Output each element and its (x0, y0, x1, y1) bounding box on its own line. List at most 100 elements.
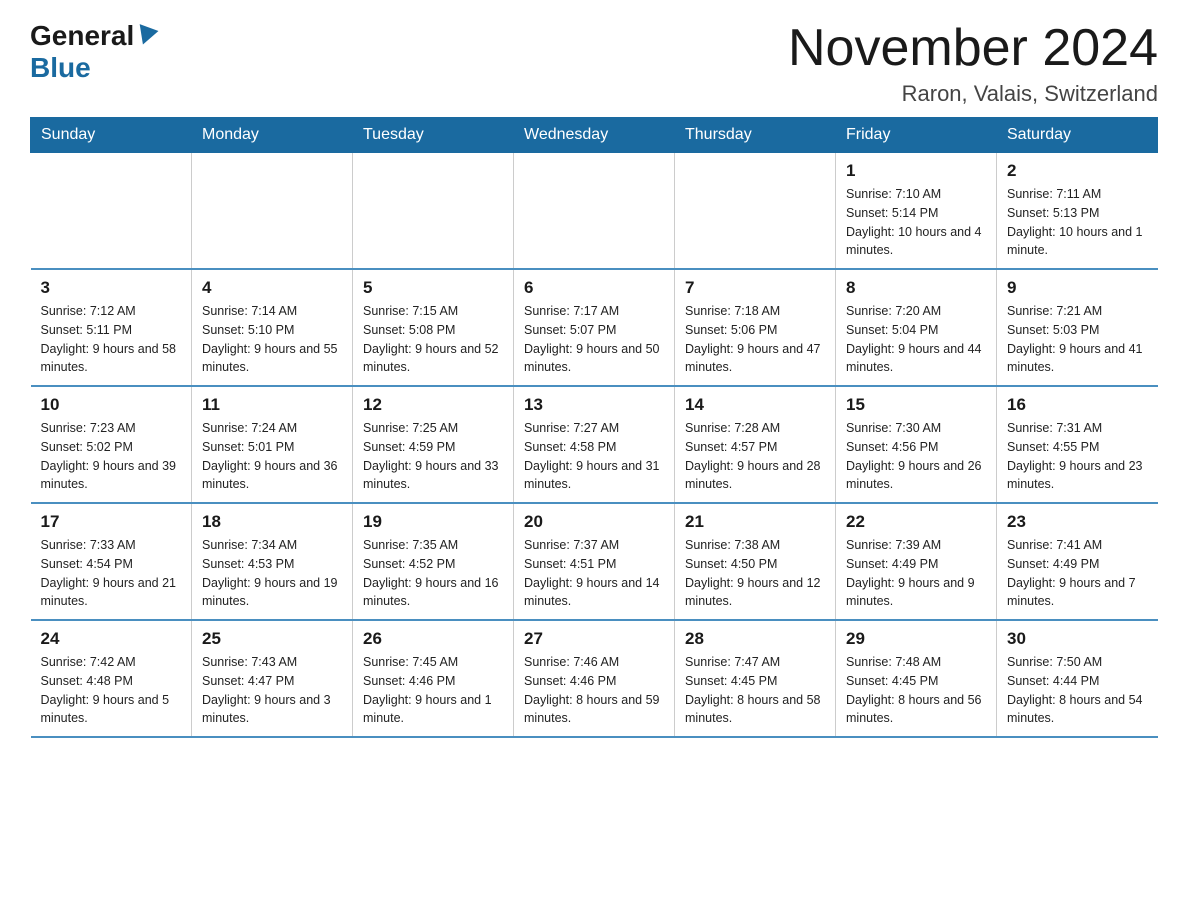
calendar-cell (514, 153, 675, 270)
day-number: 12 (363, 395, 503, 415)
calendar-cell: 3Sunrise: 7:12 AMSunset: 5:11 PMDaylight… (31, 269, 192, 386)
day-number: 2 (1007, 161, 1148, 181)
day-info: Sunrise: 7:43 AMSunset: 4:47 PMDaylight:… (202, 653, 342, 728)
calendar-cell: 21 Sunrise: 7:38 AMSunset: 4:50 PMDayligh… (675, 503, 836, 620)
day-info: Sunrise: 7:34 AMSunset: 4:53 PMDaylight:… (202, 536, 342, 611)
calendar-cell: 2 Sunrise: 7:11 AMSunset: 5:13 PMDaylight… (997, 153, 1158, 270)
day-info: Sunrise: 7:46 AMSunset: 4:46 PMDaylight:… (524, 653, 664, 728)
calendar-cell (353, 153, 514, 270)
calendar-cell: 27 Sunrise: 7:46 AMSunset: 4:46 PMDayligh… (514, 620, 675, 737)
calendar-cell: 13 Sunrise: 7:27 AMSunset: 4:58 PMDayligh… (514, 386, 675, 503)
calendar-cell: 24Sunrise: 7:42 AMSunset: 4:48 PMDayligh… (31, 620, 192, 737)
calendar-table: SundayMondayTuesdayWednesdayThursdayFrid… (30, 117, 1158, 738)
calendar-cell: 22 Sunrise: 7:39 AMSunset: 4:49 PMDayligh… (836, 503, 997, 620)
day-number: 18 (202, 512, 342, 532)
calendar-title: November 2024 (788, 20, 1158, 77)
day-number: 4 (202, 278, 342, 298)
calendar-cell: 26 Sunrise: 7:45 AMSunset: 4:46 PMDayligh… (353, 620, 514, 737)
calendar-cell: 11 Sunrise: 7:24 AMSunset: 5:01 PMDayligh… (192, 386, 353, 503)
day-number: 14 (685, 395, 825, 415)
day-number: 5 (363, 278, 503, 298)
calendar-cell (192, 153, 353, 270)
logo-general: General (30, 20, 134, 52)
calendar-cell: 29 Sunrise: 7:48 AMSunset: 4:45 PMDayligh… (836, 620, 997, 737)
day-info: Sunrise: 7:18 AMSunset: 5:06 PMDaylight:… (685, 302, 825, 377)
calendar-cell: 8Sunrise: 7:20 AMSunset: 5:04 PMDaylight… (836, 269, 997, 386)
col-header-wednesday: Wednesday (514, 118, 675, 153)
day-number: 26 (363, 629, 503, 649)
day-info: Sunrise: 7:50 AMSunset: 4:44 PMDaylight:… (1007, 653, 1148, 728)
day-info: Sunrise: 7:35 AMSunset: 4:52 PMDaylight:… (363, 536, 503, 611)
logo: General Blue (30, 20, 158, 84)
calendar-cell: 5 Sunrise: 7:15 AMSunset: 5:08 PMDaylight… (353, 269, 514, 386)
calendar-cell: 6 Sunrise: 7:17 AMSunset: 5:07 PMDaylight… (514, 269, 675, 386)
page-header: General Blue November 2024 Raron, Valais… (30, 20, 1158, 107)
day-info: Sunrise: 7:15 AMSunset: 5:08 PMDaylight:… (363, 302, 503, 377)
day-number: 20 (524, 512, 664, 532)
calendar-cell: 18 Sunrise: 7:34 AMSunset: 4:53 PMDayligh… (192, 503, 353, 620)
day-info: Sunrise: 7:30 AMSunset: 4:56 PMDaylight:… (846, 419, 986, 494)
calendar-cell: 14 Sunrise: 7:28 AMSunset: 4:57 PMDayligh… (675, 386, 836, 503)
col-header-thursday: Thursday (675, 118, 836, 153)
day-info: Sunrise: 7:48 AMSunset: 4:45 PMDaylight:… (846, 653, 986, 728)
day-info: Sunrise: 7:38 AMSunset: 4:50 PMDaylight:… (685, 536, 825, 611)
calendar-cell: 1 Sunrise: 7:10 AMSunset: 5:14 PMDaylight… (836, 153, 997, 270)
day-number: 24 (41, 629, 182, 649)
calendar-cell: 4 Sunrise: 7:14 AMSunset: 5:10 PMDaylight… (192, 269, 353, 386)
calendar-cell: 19Sunrise: 7:35 AMSunset: 4:52 PMDayligh… (353, 503, 514, 620)
logo-text: General (30, 20, 158, 52)
day-info: Sunrise: 7:23 AMSunset: 5:02 PMDaylight:… (41, 419, 182, 494)
day-number: 30 (1007, 629, 1148, 649)
col-header-friday: Friday (836, 118, 997, 153)
day-number: 8 (846, 278, 986, 298)
col-header-saturday: Saturday (997, 118, 1158, 153)
calendar-cell: 15 Sunrise: 7:30 AMSunset: 4:56 PMDayligh… (836, 386, 997, 503)
calendar-cell: 16 Sunrise: 7:31 AMSunset: 4:55 PMDayligh… (997, 386, 1158, 503)
day-info: Sunrise: 7:45 AMSunset: 4:46 PMDaylight:… (363, 653, 503, 728)
day-number: 29 (846, 629, 986, 649)
day-number: 21 (685, 512, 825, 532)
day-info: Sunrise: 7:41 AMSunset: 4:49 PMDaylight:… (1007, 536, 1148, 611)
day-number: 15 (846, 395, 986, 415)
calendar-cell: 17Sunrise: 7:33 AMSunset: 4:54 PMDayligh… (31, 503, 192, 620)
day-info: Sunrise: 7:14 AMSunset: 5:10 PMDaylight:… (202, 302, 342, 377)
day-number: 11 (202, 395, 342, 415)
day-info: Sunrise: 7:28 AMSunset: 4:57 PMDaylight:… (685, 419, 825, 494)
day-number: 23 (1007, 512, 1148, 532)
day-number: 7 (685, 278, 825, 298)
calendar-cell (675, 153, 836, 270)
calendar-cell: 10 Sunrise: 7:23 AMSunset: 5:02 PMDayligh… (31, 386, 192, 503)
day-number: 27 (524, 629, 664, 649)
day-info: Sunrise: 7:12 AMSunset: 5:11 PMDaylight:… (41, 302, 182, 377)
calendar-subtitle: Raron, Valais, Switzerland (788, 81, 1158, 107)
day-number: 1 (846, 161, 986, 181)
day-number: 9 (1007, 278, 1148, 298)
calendar-week-2: 3Sunrise: 7:12 AMSunset: 5:11 PMDaylight… (31, 269, 1158, 386)
day-info: Sunrise: 7:11 AMSunset: 5:13 PMDaylight:… (1007, 185, 1148, 260)
day-info: Sunrise: 7:24 AMSunset: 5:01 PMDaylight:… (202, 419, 342, 494)
day-info: Sunrise: 7:10 AMSunset: 5:14 PMDaylight:… (846, 185, 986, 260)
day-number: 13 (524, 395, 664, 415)
calendar-cell: 30 Sunrise: 7:50 AMSunset: 4:44 PMDayligh… (997, 620, 1158, 737)
calendar-cell: 12Sunrise: 7:25 AMSunset: 4:59 PMDayligh… (353, 386, 514, 503)
calendar-week-5: 24Sunrise: 7:42 AMSunset: 4:48 PMDayligh… (31, 620, 1158, 737)
day-info: Sunrise: 7:31 AMSunset: 4:55 PMDaylight:… (1007, 419, 1148, 494)
day-info: Sunrise: 7:27 AMSunset: 4:58 PMDaylight:… (524, 419, 664, 494)
day-info: Sunrise: 7:21 AMSunset: 5:03 PMDaylight:… (1007, 302, 1148, 377)
title-block: November 2024 Raron, Valais, Switzerland (788, 20, 1158, 107)
day-info: Sunrise: 7:33 AMSunset: 4:54 PMDaylight:… (41, 536, 182, 611)
calendar-cell: 9 Sunrise: 7:21 AMSunset: 5:03 PMDaylight… (997, 269, 1158, 386)
calendar-week-1: 1 Sunrise: 7:10 AMSunset: 5:14 PMDaylight… (31, 153, 1158, 270)
day-number: 16 (1007, 395, 1148, 415)
day-number: 6 (524, 278, 664, 298)
day-info: Sunrise: 7:37 AMSunset: 4:51 PMDaylight:… (524, 536, 664, 611)
day-info: Sunrise: 7:17 AMSunset: 5:07 PMDaylight:… (524, 302, 664, 377)
col-header-sunday: Sunday (31, 118, 192, 153)
calendar-week-4: 17Sunrise: 7:33 AMSunset: 4:54 PMDayligh… (31, 503, 1158, 620)
day-number: 22 (846, 512, 986, 532)
calendar-header-row: SundayMondayTuesdayWednesdayThursdayFrid… (31, 118, 1158, 153)
day-number: 10 (41, 395, 182, 415)
calendar-cell: 25Sunrise: 7:43 AMSunset: 4:47 PMDayligh… (192, 620, 353, 737)
logo-blue-text: Blue (30, 52, 91, 84)
day-info: Sunrise: 7:39 AMSunset: 4:49 PMDaylight:… (846, 536, 986, 611)
